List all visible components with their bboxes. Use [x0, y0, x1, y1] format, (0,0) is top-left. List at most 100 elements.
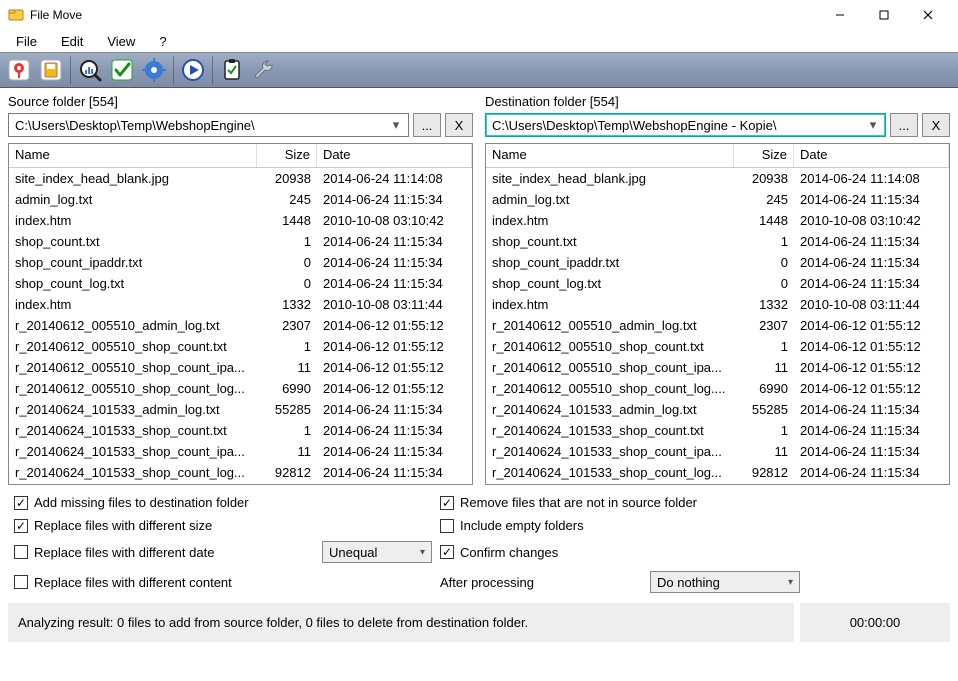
table-row[interactable]: r_20140612_005510_shop_count_log...69902…: [9, 378, 472, 399]
table-row[interactable]: r_20140624_101533_shop_count_log...92812…: [486, 462, 949, 483]
file-name: r_20140612_005510_shop_count_ipa...: [9, 360, 257, 375]
table-row[interactable]: r_20140612_005510_shop_count_ipa...11201…: [486, 357, 949, 378]
file-size: 11: [257, 444, 317, 459]
save-icon[interactable]: [36, 55, 66, 85]
menu-view[interactable]: View: [97, 32, 145, 51]
table-row[interactable]: index.htm14482010-10-08 03:10:42: [486, 210, 949, 231]
analyze-icon[interactable]: [75, 55, 105, 85]
col-name[interactable]: Name: [486, 144, 734, 167]
table-row[interactable]: shop_count_ipaddr.txt02014-06-24 11:15:3…: [486, 252, 949, 273]
chk-remove-not-in-source[interactable]: Remove files that are not in source fold…: [440, 495, 944, 510]
chevron-down-icon[interactable]: ▾: [388, 117, 404, 133]
source-file-list[interactable]: Name Size Date site_index_head_blank.jpg…: [8, 143, 473, 485]
menu-edit[interactable]: Edit: [51, 32, 93, 51]
table-row[interactable]: r_20140624_101533_shop_count_ipa...11201…: [486, 441, 949, 462]
source-clear-button[interactable]: X: [445, 113, 473, 137]
dest-clear-button[interactable]: X: [922, 113, 950, 137]
dest-label: Destination folder [554]: [485, 94, 950, 109]
file-date: 2014-06-24 11:15:34: [794, 402, 949, 417]
minimize-button[interactable]: [818, 0, 862, 30]
file-date: 2014-06-24 11:15:34: [794, 444, 949, 459]
chevron-down-icon[interactable]: ▾: [865, 117, 881, 133]
table-row[interactable]: index.htm13322010-10-08 03:11:44: [9, 294, 472, 315]
table-row[interactable]: shop_count.txt12014-06-24 11:15:34: [486, 231, 949, 252]
clipboard-icon[interactable]: [217, 55, 247, 85]
table-row[interactable]: r_20140624_101533_shop_count.txt12014-06…: [486, 420, 949, 441]
table-row[interactable]: site_index_head_blank.jpg209382014-06-24…: [486, 168, 949, 189]
menu-file[interactable]: File: [6, 32, 47, 51]
file-size: 0: [734, 276, 794, 291]
source-path-text: C:\Users\Desktop\Temp\WebshopEngine\: [15, 118, 388, 133]
chk-confirm[interactable]: Confirm changes: [440, 545, 944, 560]
maximize-button[interactable]: [862, 0, 906, 30]
chk-add-missing[interactable]: Add missing files to destination folder: [14, 495, 314, 510]
table-row[interactable]: r_20140624_101533_admin_log.txt552852014…: [486, 399, 949, 420]
close-button[interactable]: [906, 0, 950, 30]
source-path-combo[interactable]: C:\Users\Desktop\Temp\WebshopEngine\ ▾: [8, 113, 409, 137]
table-row[interactable]: shop_count_ipaddr.txt02014-06-24 11:15:3…: [9, 252, 472, 273]
file-name: shop_count_ipaddr.txt: [486, 255, 734, 270]
file-size: 11: [734, 444, 794, 459]
col-name[interactable]: Name: [9, 144, 257, 167]
pin-red-icon[interactable]: [4, 55, 34, 85]
file-name: r_20140612_005510_shop_count_ipa...: [486, 360, 734, 375]
check-icon[interactable]: [107, 55, 137, 85]
window-title: File Move: [30, 8, 818, 22]
file-name: shop_count.txt: [486, 234, 734, 249]
gear-icon[interactable]: [139, 55, 169, 85]
wrench-icon[interactable]: [249, 55, 279, 85]
after-processing-select[interactable]: Do nothing▾: [650, 571, 800, 593]
table-row[interactable]: site_index_head_blank.jpg209382014-06-24…: [9, 168, 472, 189]
source-browse-button[interactable]: ...: [413, 113, 441, 137]
col-date[interactable]: Date: [317, 144, 472, 167]
file-name: r_20140612_005510_shop_count_log....: [486, 381, 734, 396]
table-row[interactable]: r_20140612_005510_shop_count.txt12014-06…: [486, 336, 949, 357]
file-date: 2014-06-12 01:55:12: [317, 318, 472, 333]
file-name: index.htm: [486, 213, 734, 228]
table-row[interactable]: admin_log.txt2452014-06-24 11:15:34: [9, 189, 472, 210]
col-size[interactable]: Size: [257, 144, 317, 167]
file-name: r_20140612_005510_admin_log.txt: [486, 318, 734, 333]
table-row[interactable]: r_20140624_101533_shop_count.txt12014-06…: [9, 420, 472, 441]
file-size: 11: [734, 360, 794, 375]
table-row[interactable]: index.htm13322010-10-08 03:11:44: [486, 294, 949, 315]
table-row[interactable]: r_20140612_005510_shop_count_ipa...11201…: [9, 357, 472, 378]
table-row[interactable]: index.htm14482010-10-08 03:10:42: [9, 210, 472, 231]
menu-help[interactable]: ?: [149, 32, 176, 51]
table-row[interactable]: shop_count_log.txt02014-06-24 11:15:34: [9, 273, 472, 294]
file-size: 1448: [257, 213, 317, 228]
table-row[interactable]: r_20140624_101533_shop_count_log...92812…: [9, 462, 472, 483]
table-row[interactable]: shop_count.txt12014-06-24 11:15:34: [9, 231, 472, 252]
file-date: 2014-06-12 01:55:12: [794, 360, 949, 375]
col-size[interactable]: Size: [734, 144, 794, 167]
file-name: index.htm: [9, 297, 257, 312]
file-date: 2014-06-24 11:15:34: [317, 402, 472, 417]
table-row[interactable]: admin_log.txt2452014-06-24 11:15:34: [486, 189, 949, 210]
table-row[interactable]: r_20140624_101533_shop_count_ipa...11201…: [9, 441, 472, 462]
table-row[interactable]: r_20140612_005510_admin_log.txt23072014-…: [9, 315, 472, 336]
dest-browse-button[interactable]: ...: [890, 113, 918, 137]
chk-include-empty[interactable]: Include empty folders: [440, 518, 944, 533]
dest-path-combo[interactable]: C:\Users\Desktop\Temp\WebshopEngine - Ko…: [485, 113, 886, 137]
file-size: 6990: [257, 381, 317, 396]
file-date: 2014-06-12 01:55:12: [794, 318, 949, 333]
file-name: r_20140624_101533_shop_count_ipa...: [486, 444, 734, 459]
dest-file-list[interactable]: Name Size Date site_index_head_blank.jpg…: [485, 143, 950, 485]
chk-replace-date[interactable]: Replace files with different date: [14, 545, 314, 560]
file-date: 2010-10-08 03:11:44: [794, 297, 949, 312]
chk-replace-size[interactable]: Replace files with different size: [14, 518, 314, 533]
chk-replace-content[interactable]: Replace files with different content: [14, 575, 314, 590]
date-mode-select[interactable]: Unequal▾: [322, 541, 432, 563]
table-row[interactable]: r_20140612_005510_shop_count_log....6990…: [486, 378, 949, 399]
table-row[interactable]: shop_count_log.txt02014-06-24 11:15:34: [486, 273, 949, 294]
table-row[interactable]: r_20140624_101533_admin_log.txt552852014…: [9, 399, 472, 420]
play-icon[interactable]: [178, 55, 208, 85]
menubar: File Edit View ?: [0, 30, 958, 52]
file-date: 2014-06-24 11:14:08: [317, 171, 472, 186]
table-row[interactable]: r_20140612_005510_admin_log.txt23072014-…: [486, 315, 949, 336]
file-size: 92812: [257, 465, 317, 480]
col-date[interactable]: Date: [794, 144, 949, 167]
file-date: 2014-06-24 11:15:34: [794, 255, 949, 270]
table-row[interactable]: r_20140612_005510_shop_count.txt12014-06…: [9, 336, 472, 357]
file-name: site_index_head_blank.jpg: [486, 171, 734, 186]
